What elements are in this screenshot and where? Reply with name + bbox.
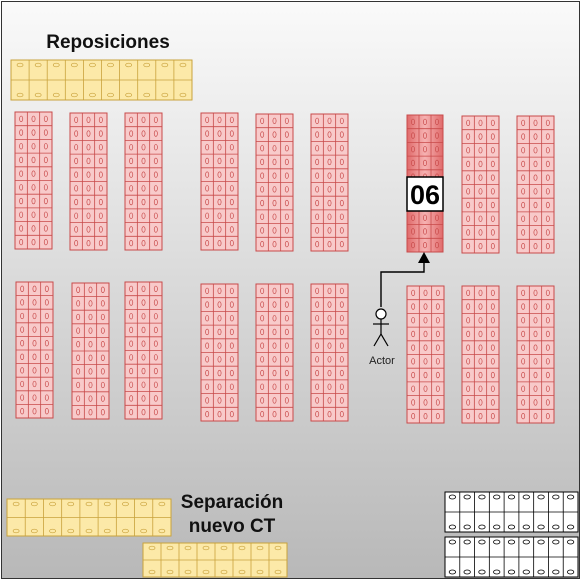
rack bbox=[200, 283, 239, 422]
pallet-row-separacion-upper bbox=[6, 498, 172, 537]
rack bbox=[406, 285, 445, 424]
rack bbox=[71, 282, 110, 420]
separacion-title-line1: Separación bbox=[181, 492, 283, 513]
actor-label: Actor bbox=[369, 355, 395, 367]
rack bbox=[461, 285, 500, 424]
pallet-row-separacion-lower bbox=[142, 542, 288, 578]
rack bbox=[310, 113, 349, 252]
rack bbox=[461, 115, 500, 254]
rack bbox=[200, 112, 239, 251]
rack bbox=[255, 283, 294, 422]
rack bbox=[14, 111, 53, 250]
reposiciones-title: Reposiciones bbox=[46, 32, 170, 53]
pallet-row-reposiciones bbox=[10, 59, 193, 101]
separacion-title-line2: nuevo CT bbox=[189, 516, 276, 537]
highlight-badge-number: 06 bbox=[410, 180, 440, 210]
rack bbox=[516, 115, 555, 254]
rack bbox=[124, 281, 163, 420]
highlight-badge: 06 bbox=[406, 176, 444, 212]
rack bbox=[516, 285, 555, 424]
rack bbox=[310, 283, 349, 422]
white-rack bbox=[444, 491, 579, 533]
rack bbox=[69, 112, 108, 251]
white-rack bbox=[444, 536, 579, 578]
rack bbox=[255, 113, 294, 252]
warehouse-diagram: Reposiciones Separación nuevo CT 06 Acto… bbox=[1, 1, 580, 579]
rack bbox=[15, 281, 54, 419]
rack bbox=[124, 112, 163, 251]
